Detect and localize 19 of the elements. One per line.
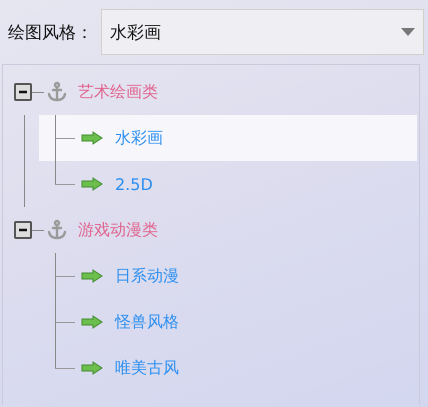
arrow-icon [81, 361, 103, 375]
tree-item[interactable]: 2.5D [39, 161, 417, 207]
collapse-icon[interactable] [14, 83, 32, 101]
tree-item[interactable]: 怪兽风格 [39, 299, 417, 345]
tree-item[interactable]: 水彩画 [39, 115, 417, 161]
field-label: 绘图风格： [8, 22, 93, 44]
arrow-icon [81, 131, 103, 145]
arrow-icon [81, 315, 103, 329]
tree-category[interactable]: 艺术绘画类 [78, 82, 158, 102]
arrow-icon [81, 177, 103, 191]
tree-item[interactable]: 唯美古风 [39, 345, 417, 391]
collapse-icon[interactable] [14, 221, 32, 239]
style-dropdown[interactable]: 水彩画 [101, 9, 424, 55]
tree-category[interactable]: 游戏动漫类 [78, 220, 158, 240]
tree-item[interactable]: 日系动漫 [39, 253, 417, 299]
dropdown-caret-icon [401, 28, 415, 36]
arrow-icon [81, 269, 103, 283]
anchor-icon [46, 81, 68, 103]
anchor-icon [46, 219, 68, 241]
